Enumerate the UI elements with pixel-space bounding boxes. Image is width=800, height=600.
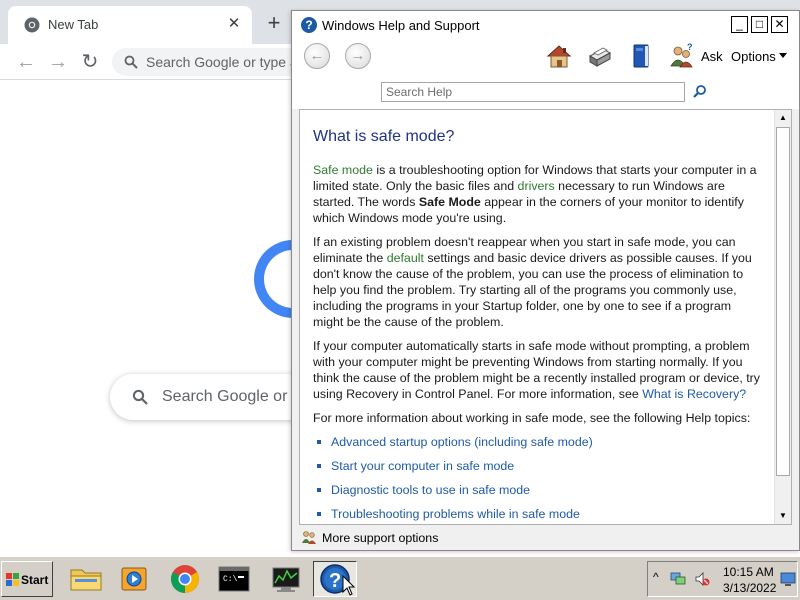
close-button[interactable]: ✕ (771, 16, 788, 33)
new-tab-button[interactable]: + (262, 12, 286, 36)
start-label: Start (21, 573, 49, 587)
forward-button[interactable]: → (46, 50, 70, 74)
people-icon (302, 531, 316, 544)
chrome-tab-new-tab[interactable]: New Tab ✕ (8, 6, 252, 44)
topic-link[interactable]: Diagnostic tools to use in safe mode (331, 483, 530, 497)
topic-link[interactable]: Start your computer in safe mode (331, 459, 514, 473)
chrome-logo-icon (171, 565, 199, 593)
back-button[interactable]: ← (304, 43, 330, 69)
reload-button[interactable]: ↻ (78, 50, 102, 74)
search-help-input[interactable] (381, 82, 685, 102)
taskbar-media-player[interactable] (112, 561, 156, 597)
taskbar-task-manager[interactable] (264, 561, 308, 597)
list-item[interactable]: Start your computer in safe mode (313, 458, 762, 474)
system-tray: ^ 10:15 AM 3/13/2022 (647, 561, 798, 597)
link-safe-mode[interactable]: Safe mode (313, 163, 373, 177)
scroll-up-icon[interactable]: ▲ (775, 110, 791, 126)
bullet (317, 512, 321, 516)
show-hidden-icons-button[interactable]: ^ (653, 570, 659, 584)
article-content: What is safe mode? Safe mode is a troubl… (300, 110, 774, 524)
windows-flag-icon (6, 573, 19, 586)
minimize-button[interactable]: _ (731, 16, 748, 33)
monitor-icon (272, 567, 300, 592)
clock-date[interactable]: 3/13/2022 (723, 581, 776, 595)
taskbar-explorer[interactable] (64, 561, 108, 597)
paragraph-4: For more information about working in sa… (313, 411, 751, 425)
paragraph-1: Safe mode is a troubleshooting option fo… (313, 162, 762, 226)
scroll-thumb[interactable] (776, 127, 790, 476)
bold-safe-mode: Safe Mode (418, 195, 481, 209)
search-row (292, 79, 799, 109)
bullet (317, 440, 321, 444)
folder-icon (70, 569, 102, 591)
options-menu[interactable]: Options (731, 49, 776, 64)
list-item[interactable]: Advanced startup options (including safe… (313, 434, 762, 450)
list-item[interactable]: Troubleshooting problems while in safe m… (313, 506, 762, 522)
title-bar[interactable]: ? Windows Help and Support _ □ ✕ (292, 11, 799, 39)
support-bar: More support options (292, 525, 799, 550)
svg-text:?: ? (687, 42, 693, 52)
topic-link[interactable]: Troubleshooting problems while in safe m… (331, 507, 580, 521)
vertical-scrollbar[interactable]: ▲ ▼ (774, 110, 791, 524)
start-button[interactable]: Start (1, 561, 53, 597)
article-heading: What is safe mode? (313, 128, 455, 145)
svg-text:C:\: C:\ (223, 575, 238, 584)
help-topic-list: Advanced startup options (including safe… (313, 434, 762, 522)
network-icon[interactable] (670, 571, 686, 587)
show-desktop-icon[interactable] (780, 571, 796, 587)
clock-time[interactable]: 10:15 AM (723, 565, 774, 579)
paragraph-2: If an existing problem doesn't reappear … (313, 234, 762, 330)
link-what-is-recovery[interactable]: What is Recovery? (642, 387, 746, 401)
taskbar-chrome[interactable] (163, 561, 207, 597)
bullet (317, 464, 321, 468)
media-player-icon (121, 567, 147, 591)
help-and-support-window: ? Windows Help and Support _ □ ✕ ← → ? A… (291, 10, 800, 551)
svg-text:?: ? (329, 570, 341, 592)
volume-muted-icon[interactable] (694, 571, 710, 587)
terminal-icon: C:\ (218, 566, 250, 592)
chevron-down-icon[interactable] (779, 53, 787, 58)
printer-icon[interactable] (585, 42, 613, 70)
help-toolbar: ← → ? Ask Options (292, 39, 799, 79)
list-item[interactable]: Diagnostic tools to use in safe mode (313, 482, 762, 498)
maximize-button[interactable]: □ (751, 16, 768, 33)
help-icon: ? (301, 17, 317, 33)
article-frame: What is safe mode? Safe mode is a troubl… (299, 109, 792, 525)
search-icon (132, 389, 148, 405)
taskbar: Start C:\ ? ^ 10:15 AM 3/13/2022 (0, 556, 800, 600)
taskbar-command-prompt[interactable]: C:\ (212, 561, 256, 597)
paragraph-3: If your computer automatically starts in… (313, 338, 762, 402)
window-title: Windows Help and Support (322, 18, 480, 33)
scroll-down-icon[interactable]: ▼ (775, 508, 791, 524)
topic-link[interactable]: Advanced startup options (including safe… (331, 435, 593, 449)
chrome-logo-icon (24, 17, 40, 33)
more-support-options-link[interactable]: More support options (322, 531, 438, 545)
back-button[interactable]: ← (14, 50, 38, 74)
book-icon[interactable] (627, 42, 655, 70)
ask-button[interactable]: Ask (701, 49, 723, 64)
house-icon[interactable] (545, 42, 573, 70)
link-drivers[interactable]: drivers (518, 179, 555, 193)
bullet (317, 488, 321, 492)
ask-people-icon[interactable]: ? (668, 42, 696, 70)
search-icon[interactable] (692, 84, 708, 100)
link-default[interactable]: default (387, 251, 424, 265)
search-icon (124, 55, 138, 69)
forward-button[interactable]: → (345, 43, 371, 69)
tab-title: New Tab (48, 17, 99, 32)
tab-close-icon[interactable]: ✕ (224, 14, 244, 34)
mouse-cursor-icon (342, 575, 356, 596)
